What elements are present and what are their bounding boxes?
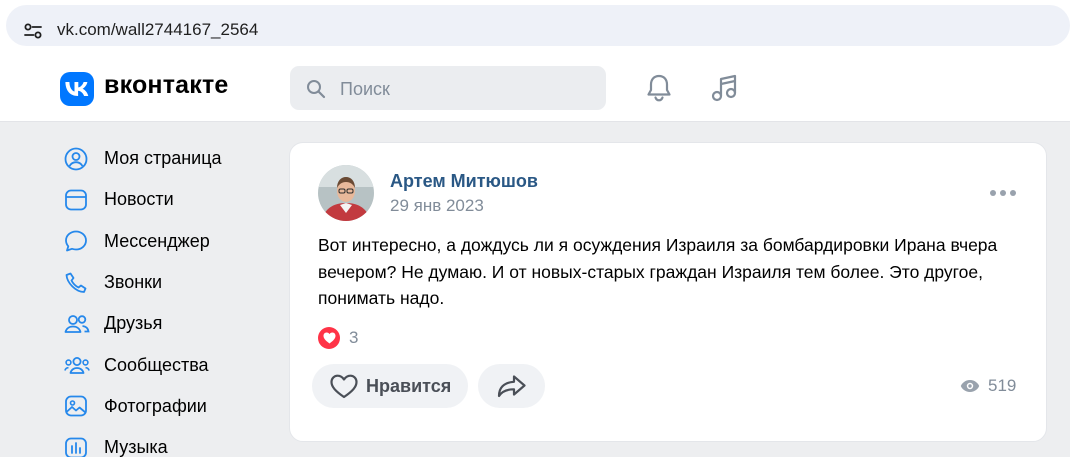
sidebar-item-messenger[interactable]: Мессенджер [60,221,280,262]
avatar[interactable] [318,165,374,221]
music-chart-icon [60,435,94,457]
address-bar[interactable]: vk.com/wall2744167_2564 [6,5,1070,46]
vk-wordmark[interactable]: вконтакте [104,71,229,100]
post-date[interactable]: 29 янв 2023 [390,196,484,216]
search-icon [307,80,326,99]
sidebar-item-label: Новости [104,189,174,210]
message-icon [60,228,94,254]
friends-icon [60,311,94,337]
sidebar-item-music[interactable]: Музыка [60,427,280,457]
sidebar-item-friends[interactable]: Друзья [60,303,280,344]
more-options-icon[interactable] [990,189,1016,197]
like-button-label: Нравится [366,375,452,396]
search-input[interactable]: Поиск [290,66,606,110]
post-text: Вот интересно, а дождусь ли я осуждения … [318,235,998,308]
heart-outline-icon [330,374,358,398]
sidebar-item-label: Фотографии [104,395,207,416]
sidebar-item-label: Мессенджер [104,230,210,251]
site-settings-icon[interactable] [23,21,43,41]
post-author-link[interactable]: Артем Митюшов [390,171,538,192]
music-icon[interactable] [710,72,740,104]
sidebar-item-label: Моя страница [104,148,222,169]
left-sidebar: Моя страница Новости Мессенджер Звонки Д… [60,138,280,457]
sidebar-item-label: Звонки [104,272,163,293]
sidebar-item-label: Сообщества [104,354,209,375]
share-button[interactable] [478,364,545,408]
share-arrow-icon [497,375,526,398]
like-button[interactable]: Нравится [312,364,468,408]
photo-icon [60,393,94,419]
news-icon [60,187,94,213]
browser-toolbar: vk.com/wall2744167_2564 [0,0,1070,54]
user-circle-icon [60,146,94,172]
search-placeholder: Поиск [340,79,390,99]
reaction-count: 3 [349,328,359,347]
sidebar-item-label: Музыка [104,437,168,457]
sidebar-item-communities[interactable]: Сообщества [60,344,280,385]
views-counter: 519 [960,376,1016,396]
sidebar-item-my-page[interactable]: Моя страница [60,138,280,179]
reactions-summary[interactable]: 3 [318,327,358,349]
views-count: 519 [988,376,1017,395]
wall-post: Артем Митюшов 29 янв 2023 Вот интересно,… [289,142,1047,442]
sidebar-item-label: Друзья [104,313,163,334]
vk-logo-icon[interactable] [60,72,94,106]
heart-reaction-icon [318,327,340,349]
bell-icon[interactable] [645,73,673,103]
communities-icon [60,352,94,378]
site-header: вконтакте Поиск [0,54,1070,122]
sidebar-item-photos[interactable]: Фотографии [60,386,280,427]
phone-icon [60,270,94,296]
sidebar-item-calls[interactable]: Звонки [60,262,280,303]
url-text[interactable]: vk.com/wall2744167_2564 [57,20,258,40]
eye-icon [960,380,980,392]
sidebar-item-news[interactable]: Новости [60,179,280,220]
